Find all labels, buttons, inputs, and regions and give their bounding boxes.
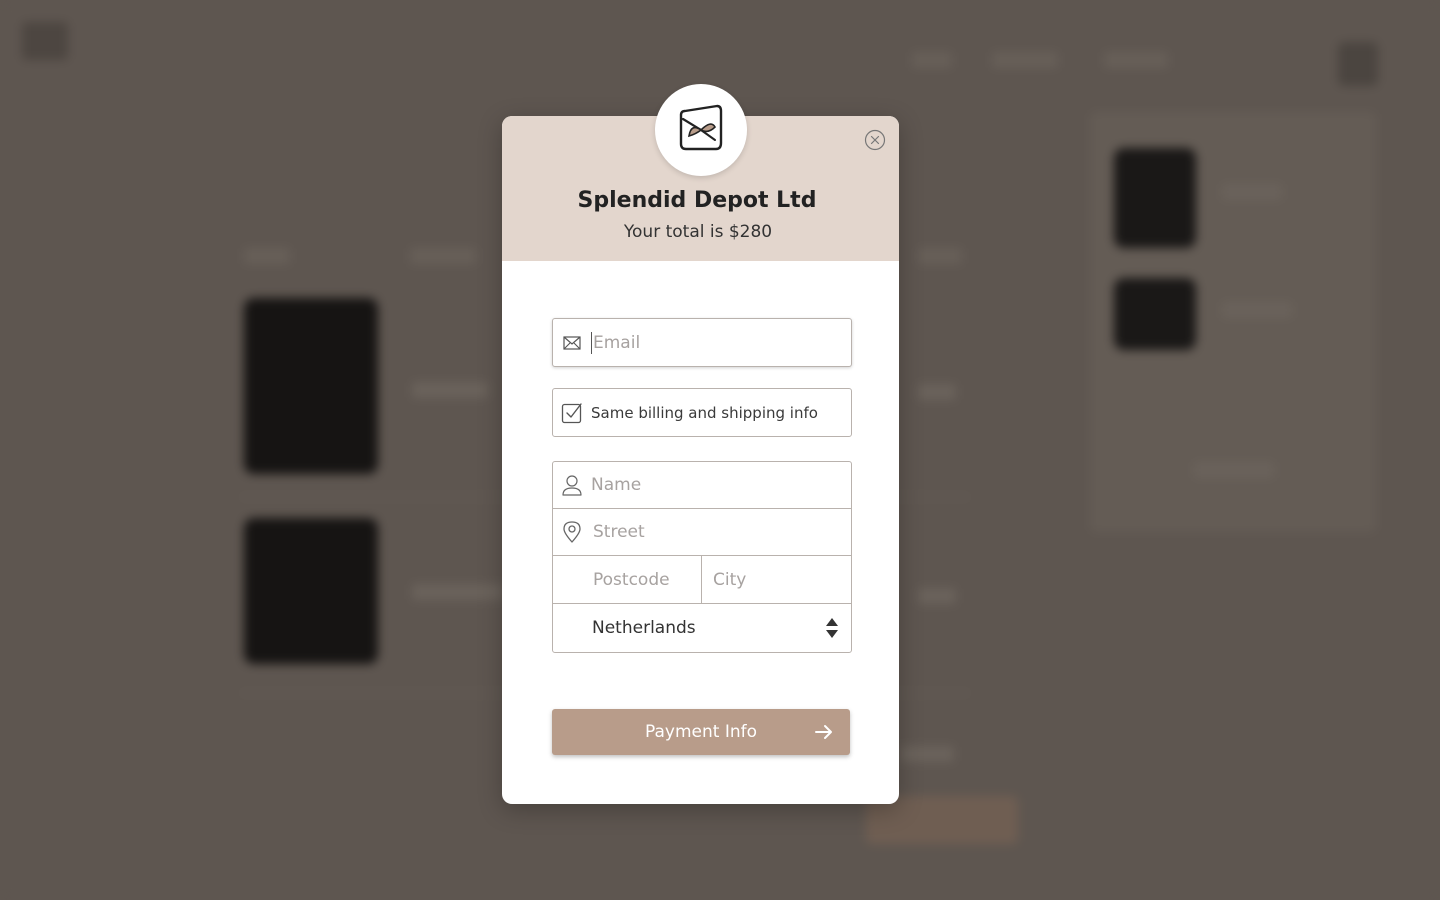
- arrow-right-icon: [814, 723, 834, 741]
- user-icon: [561, 474, 583, 496]
- background-sidebar-cart: [1090, 112, 1376, 532]
- background-product-name: [412, 584, 504, 600]
- bird-logo-icon: [677, 103, 725, 157]
- background-nav-item: [912, 52, 952, 68]
- street-field-container: [552, 508, 852, 556]
- background-logo: [22, 22, 68, 60]
- text-caret: [591, 331, 592, 354]
- postcode-field-container: [552, 555, 703, 604]
- country-select[interactable]: Netherlands: [552, 603, 852, 653]
- street-input[interactable]: [591, 522, 851, 542]
- close-circle-icon: [864, 129, 886, 155]
- checkbox-checked-icon[interactable]: [561, 402, 583, 424]
- postcode-input[interactable]: [553, 569, 702, 590]
- email-field-container: [552, 318, 852, 367]
- background-product-thumb: [244, 518, 378, 664]
- background-price: [918, 384, 956, 400]
- city-input[interactable]: [702, 569, 851, 590]
- payment-info-button[interactable]: Payment Info: [552, 709, 850, 755]
- company-name: Splendid Depot Ltd: [577, 188, 817, 213]
- background-side-text: [1194, 462, 1274, 478]
- select-arrows-icon: [825, 617, 839, 639]
- country-value: Netherlands: [592, 618, 696, 638]
- checkout-modal: Splendid Depot Ltd Your total is $280 Sa…: [502, 84, 899, 804]
- background-column-heading: [410, 248, 476, 264]
- background-nav-item: [1104, 52, 1168, 68]
- envelope-icon: [561, 332, 583, 354]
- city-field-container: [701, 555, 852, 604]
- background-column-heading: [244, 248, 290, 264]
- name-field-container: [552, 461, 852, 509]
- background-side-thumb: [1114, 148, 1196, 248]
- background-product-name: [412, 382, 488, 398]
- background-side-thumb: [1114, 278, 1196, 350]
- background-column-heading: [918, 248, 962, 264]
- payment-info-label: Payment Info: [644, 722, 757, 742]
- background-nav-item: [992, 52, 1058, 68]
- name-input[interactable]: [591, 475, 851, 495]
- same-billing-label: Same billing and shipping info: [591, 403, 818, 422]
- background-total: [900, 746, 954, 762]
- same-billing-shipping-toggle[interactable]: Same billing and shipping info: [552, 388, 852, 437]
- background-side-text: [1222, 302, 1292, 318]
- background-price: [918, 588, 956, 604]
- map-pin-icon: [561, 521, 583, 543]
- email-input[interactable]: [593, 332, 851, 353]
- background-cart-icon: [1338, 42, 1378, 86]
- close-button[interactable]: [864, 129, 886, 155]
- store-logo: [655, 84, 747, 176]
- background-side-text: [1222, 184, 1282, 200]
- order-total: Your total is $280: [623, 222, 773, 242]
- background-product-thumb: [244, 298, 378, 474]
- modal-header: Splendid Depot Ltd Your total is $280: [502, 84, 899, 261]
